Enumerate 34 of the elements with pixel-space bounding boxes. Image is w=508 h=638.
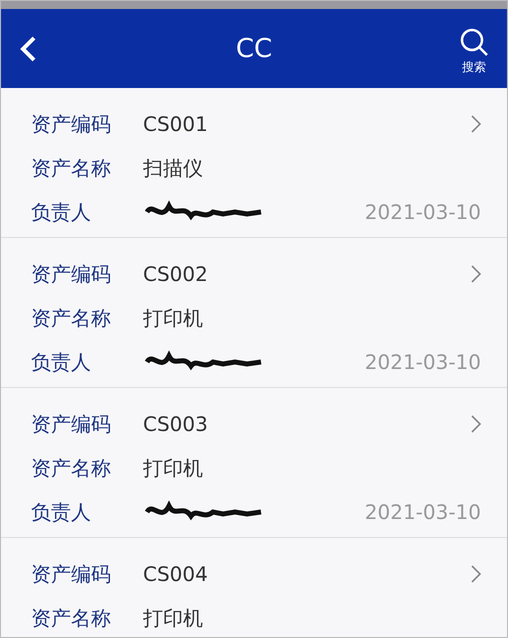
date-text: 2021-03-10 (364, 200, 481, 224)
asset-code: CS003 (143, 412, 208, 436)
asset-code: CS002 (143, 262, 208, 286)
field-label: 负责人 (31, 348, 92, 376)
field-label: 负责人 (31, 498, 92, 526)
asset-name: 打印机 (143, 604, 203, 632)
chevron-icon (471, 565, 481, 583)
field-label: 负责人 (31, 198, 92, 226)
field-label: 资产名称 (31, 454, 112, 482)
asset-code: CS004 (143, 562, 208, 586)
asset-code: CS001 (143, 112, 208, 136)
date-text: 2021-03-10 (364, 500, 481, 524)
asset-name: 打印机 (143, 304, 203, 332)
asset-name: 扫描仪 (143, 154, 203, 182)
date-text: 2021-03-10 (364, 350, 481, 374)
asset-name: 打印机 (143, 454, 203, 482)
asset-card[interactable]: 资产编码 CS004 资产名称 打印机 (1, 538, 507, 637)
field-label: 资产名称 (31, 604, 112, 632)
field-label: 资产编码 (31, 410, 112, 438)
field-label: 资产编码 (31, 260, 112, 288)
field-label: 资产编码 (31, 110, 112, 138)
page-title: CC (236, 34, 272, 64)
asset-card[interactable]: 资产编码 CS003 资产名称 打印机 负责人 2021-03-10 (1, 388, 507, 538)
field-label: 资产名称 (31, 304, 112, 332)
search-icon[interactable] (459, 27, 489, 57)
chevron-icon (471, 265, 481, 283)
asset-card[interactable]: 资产编码 CS002 资产名称 打印机 负责人 2021-03-10 (1, 238, 507, 388)
field-label: 资产编码 (31, 560, 112, 588)
chevron-icon (471, 415, 481, 433)
chevron-icon (471, 115, 481, 133)
field-label: 资产名称 (31, 154, 112, 182)
back-icon[interactable] (19, 36, 37, 62)
search-label[interactable]: 搜索 (462, 59, 486, 76)
asset-card[interactable]: 资产编码 CS001 资产名称 扫描仪 负责人 2021-03-10 (1, 88, 507, 238)
